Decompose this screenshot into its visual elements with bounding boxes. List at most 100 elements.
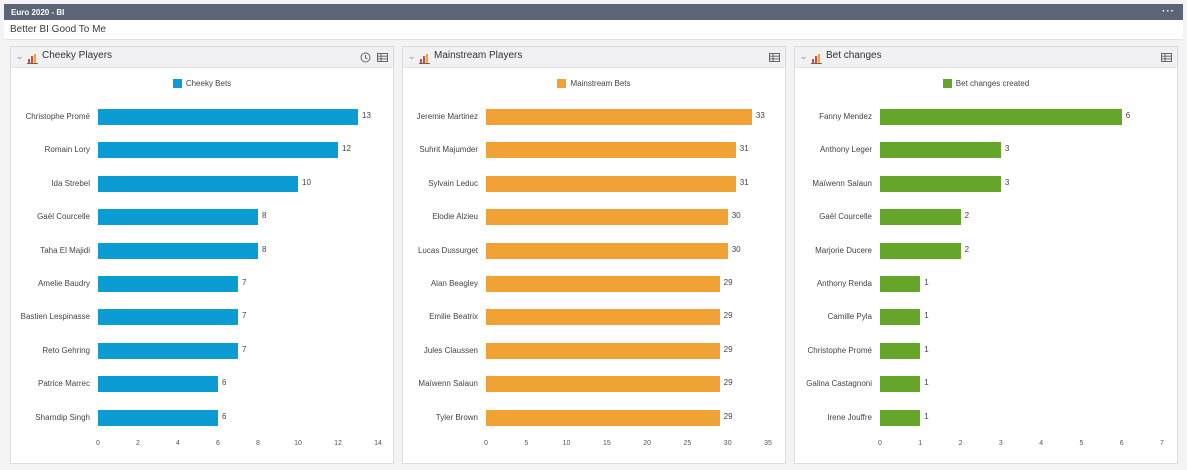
data-label: 29	[723, 311, 733, 321]
legend-label: Cheeky Bets	[185, 79, 232, 88]
chevron-down-icon[interactable]: ⌄	[408, 51, 416, 62]
x-tick-label: 7	[1160, 440, 1164, 447]
data-label: 3	[1004, 177, 1010, 187]
legend-label: Mainstream Bets	[570, 79, 631, 88]
x-tick-label: 5	[1079, 440, 1084, 447]
bar[interactable]	[98, 376, 218, 393]
data-label: 29	[723, 378, 733, 388]
x-tick-label: 3	[998, 440, 1003, 447]
x-tick-label: 0	[484, 440, 488, 447]
panel-title: Cheeky Players	[42, 50, 113, 61]
bar[interactable]	[98, 242, 258, 259]
bar[interactable]	[98, 342, 238, 359]
bar[interactable]	[486, 142, 736, 159]
data-label: 7	[242, 344, 247, 354]
data-label: 29	[723, 344, 733, 354]
bar[interactable]	[486, 242, 728, 259]
bar[interactable]	[880, 276, 921, 292]
data-label: 8	[262, 244, 267, 254]
data-label: 1	[924, 411, 929, 421]
panel-header: ⌄ Cheeky Players	[11, 47, 393, 68]
legend-swatch	[172, 79, 182, 88]
table-view-icon[interactable]	[769, 50, 780, 68]
bar[interactable]	[880, 409, 921, 426]
more-options-icon[interactable]: ···	[1162, 7, 1175, 17]
data-label: 1	[924, 278, 929, 287]
data-label: 30	[731, 211, 741, 221]
x-tick-label: 20	[643, 440, 652, 447]
data-label: 7	[242, 311, 247, 321]
x-tick-label: 2	[958, 440, 963, 447]
x-tick-label: 6	[1119, 440, 1124, 447]
bar[interactable]	[486, 209, 728, 226]
dashboard-title-bar: Euro 2020 - BI ···	[4, 4, 1183, 20]
bar[interactable]	[98, 142, 338, 159]
clock-icon[interactable]	[360, 50, 371, 68]
chevron-down-icon[interactable]: ⌄	[16, 51, 24, 62]
x-tick-label: 2	[136, 440, 140, 447]
x-tick-label: 0	[878, 440, 882, 447]
panel-1: ⌄ Mainstream Players Mainstream Bets Jeremi…	[402, 46, 786, 464]
bar[interactable]	[880, 109, 1122, 125]
chart-legend[interactable]: Bet changes created	[795, 79, 1177, 88]
legend-label: Bet changes created	[955, 79, 1030, 88]
x-tick-label: 35	[764, 440, 772, 447]
data-label: 3	[1004, 144, 1010, 154]
data-label: 30	[731, 244, 741, 254]
data-label: 31	[739, 177, 749, 187]
bar[interactable]	[486, 376, 720, 393]
data-label: 29	[723, 411, 733, 421]
bar[interactable]	[880, 242, 961, 259]
bar[interactable]	[880, 209, 961, 226]
data-label: 13	[362, 111, 371, 120]
legend-swatch	[942, 79, 952, 88]
data-label: 6	[222, 378, 227, 388]
bar[interactable]	[486, 109, 752, 125]
panel-2: ⌄ Bet changes Bet changes created Fanny Men…	[794, 46, 1178, 464]
x-tick-label: 25	[683, 440, 692, 447]
bar[interactable]	[486, 175, 736, 192]
dashboard-title: Euro 2020 - BI	[11, 7, 65, 17]
bar[interactable]	[98, 409, 218, 426]
data-label: 2	[964, 211, 970, 221]
table-view-icon[interactable]	[377, 50, 388, 68]
chart-legend[interactable]: Cheeky Bets	[11, 79, 393, 88]
bar[interactable]	[486, 276, 720, 292]
bar[interactable]	[486, 342, 720, 359]
bar[interactable]	[98, 309, 238, 326]
x-tick-label: 4	[1039, 440, 1044, 447]
bar[interactable]	[880, 309, 921, 326]
x-tick-label: 14	[374, 440, 382, 447]
panel-header: ⌄ Mainstream Players	[403, 47, 785, 68]
x-tick-label: 6	[216, 440, 220, 447]
chart-legend[interactable]: Mainstream Bets	[403, 79, 785, 88]
bar[interactable]	[880, 376, 921, 393]
bar[interactable]	[98, 276, 238, 292]
x-tick-label: 15	[602, 440, 611, 447]
legend-swatch	[557, 79, 567, 88]
bar[interactable]	[880, 175, 1001, 192]
x-tick-label: 1	[918, 440, 923, 447]
table-view-icon[interactable]	[1161, 50, 1172, 68]
bar[interactable]	[98, 175, 298, 192]
panel-header: ⌄ Bet changes	[795, 47, 1177, 68]
bar-chart-icon	[419, 51, 431, 69]
dashboard-subtitle: Better BI Good To Me	[4, 20, 1183, 40]
data-label: 2	[964, 244, 970, 254]
bar[interactable]	[486, 409, 720, 426]
data-label: 8	[262, 211, 267, 221]
panel-title: Mainstream Players	[434, 50, 523, 61]
bar[interactable]	[486, 309, 720, 326]
x-tick-label: 30	[723, 440, 732, 447]
data-label: 1	[924, 378, 929, 388]
chevron-down-icon[interactable]: ⌄	[800, 51, 808, 62]
panel-0: ⌄ Cheeky Players Cheeky Bets Christophe Pro…	[10, 46, 394, 464]
bar-chart-icon	[27, 51, 39, 69]
bar[interactable]	[98, 109, 358, 125]
bar[interactable]	[98, 209, 258, 226]
data-label: 1	[924, 344, 929, 354]
data-label: 33	[755, 111, 765, 120]
bar[interactable]	[880, 342, 921, 359]
bar[interactable]	[880, 142, 1001, 159]
data-label: 10	[302, 177, 311, 187]
